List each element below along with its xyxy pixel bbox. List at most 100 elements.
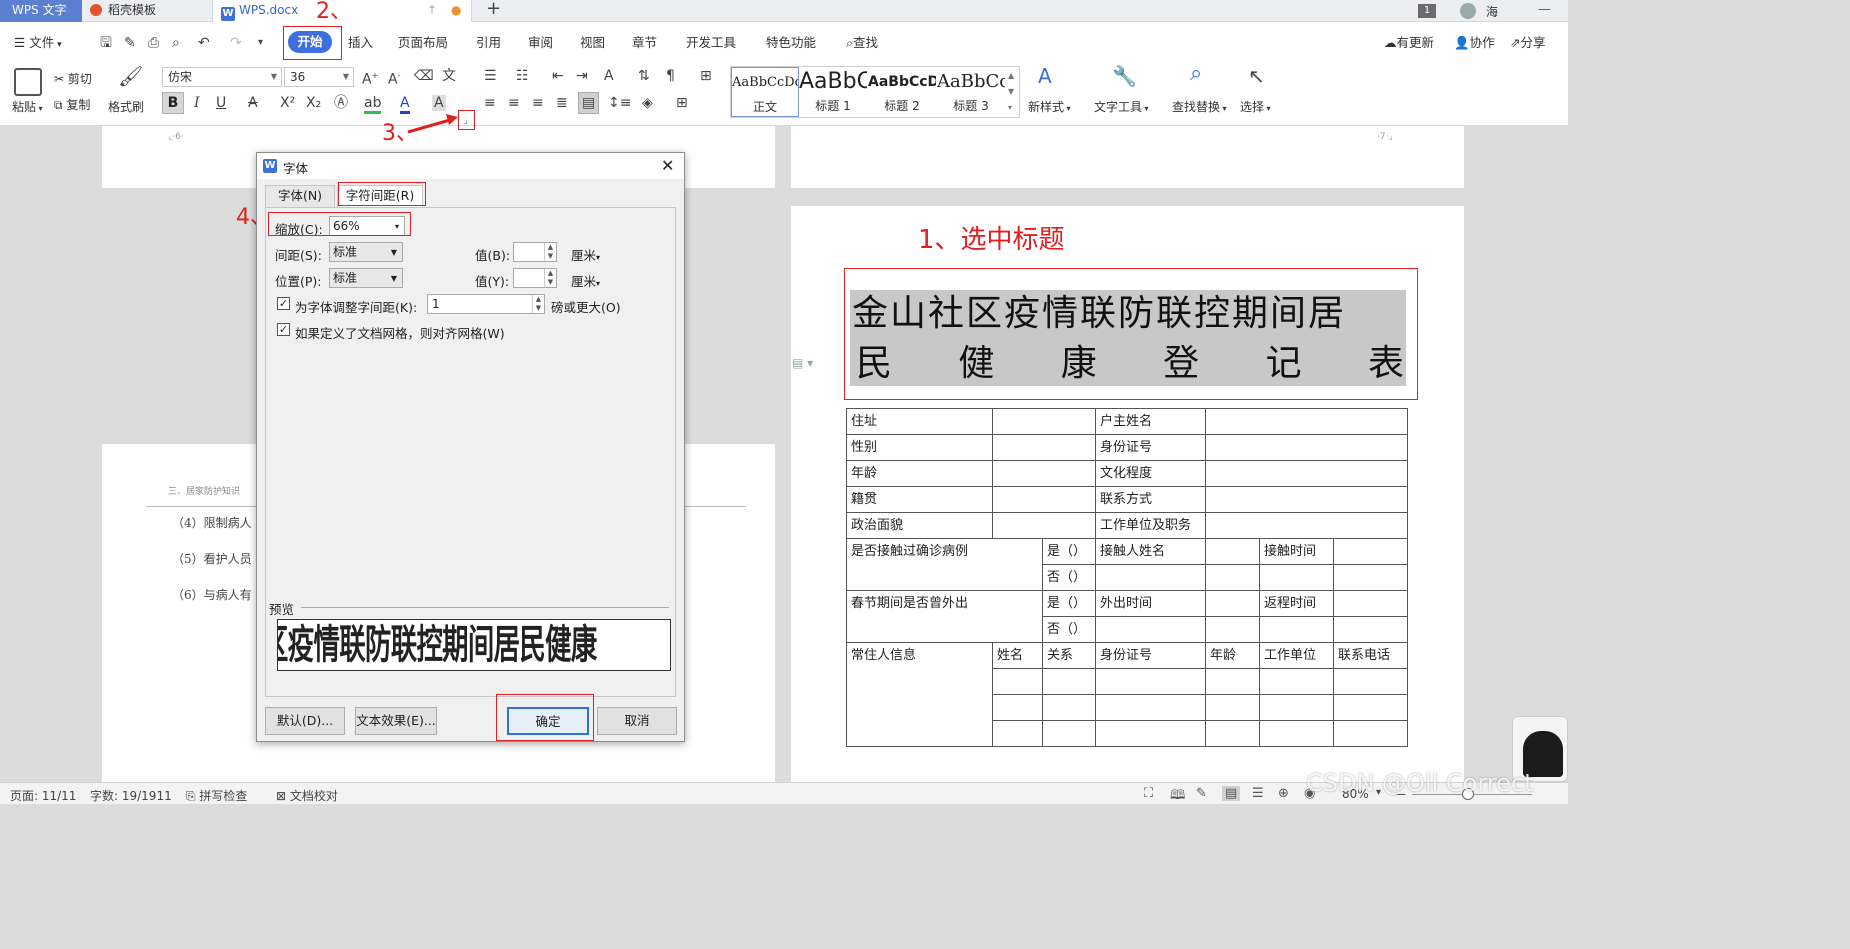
table-cell[interactable]: 是（） <box>1042 590 1096 617</box>
table-cell[interactable]: 否（） <box>1042 564 1096 591</box>
table-cell[interactable] <box>1042 668 1096 695</box>
table-cell[interactable]: 户主姓名 <box>1095 408 1206 435</box>
table-cell[interactable]: 返程时间 <box>1259 590 1334 617</box>
distributed-align-icon[interactable]: ▤ <box>578 92 600 114</box>
table-cell[interactable]: 工作单位及职务 <box>1095 512 1206 539</box>
superscript-button[interactable]: X² <box>280 95 295 111</box>
print-preview-icon[interactable]: ⌕ <box>172 35 180 51</box>
justify-icon[interactable]: ≣ <box>556 95 568 111</box>
new-style-button[interactable]: 新样式 ▾ <box>1028 98 1071 115</box>
borders-icon[interactable]: ⊞ <box>676 95 688 111</box>
table-cell[interactable] <box>1205 694 1260 721</box>
spinner-arrows-icon[interactable]: ▲ ▼ <box>544 269 556 287</box>
strikethrough-button[interactable]: A <box>248 95 258 111</box>
bold-button[interactable]: B <box>162 92 184 114</box>
table-cell[interactable] <box>1205 408 1408 435</box>
table-cell[interactable] <box>1205 564 1260 591</box>
table-cell[interactable] <box>992 720 1043 747</box>
tab-font[interactable]: 字体(N) <box>265 185 335 207</box>
table-cell[interactable] <box>1095 564 1206 591</box>
show-marks-icon[interactable]: ¶ <box>666 68 675 84</box>
table-cell[interactable]: 是否接触过确诊病例 <box>846 538 1043 591</box>
table-cell[interactable]: 接触时间 <box>1259 538 1334 565</box>
read-mode-icon[interactable]: 🕮 <box>1170 786 1185 808</box>
table-cell[interactable] <box>992 668 1043 695</box>
table-cell[interactable] <box>992 486 1096 513</box>
text-tools-button[interactable]: 文字工具 ▾ <box>1094 98 1149 115</box>
style-normal[interactable]: AaBbCcDd 正文 <box>731 67 799 117</box>
tab-wps-writer[interactable]: WPS 文字 <box>0 0 82 22</box>
unit-b-select[interactable]: 厘米▾ <box>571 245 600 264</box>
style-heading-2[interactable]: AaBbCcDd 标题 2 <box>868 67 936 117</box>
fullscreen-icon[interactable]: ⛶ <box>1144 786 1153 801</box>
kerning-checkbox[interactable]: ✓ <box>277 297 290 310</box>
update-button[interactable]: ☁有更新 <box>1384 33 1434 53</box>
table-cell[interactable] <box>1095 694 1206 721</box>
tab-special-features[interactable]: 特色功能 <box>766 33 816 53</box>
table-cell[interactable] <box>1259 564 1334 591</box>
table-cell[interactable] <box>1333 616 1408 643</box>
tab-review[interactable]: 审阅 <box>528 33 553 53</box>
style-heading-1[interactable]: AaBbC 标题 1 <box>799 67 867 117</box>
value-b-input[interactable]: ▲ ▼ <box>513 242 557 262</box>
spinner-arrows-icon[interactable]: ▲ ▼ <box>532 295 544 313</box>
align-center-icon[interactable]: ≡ <box>508 95 520 111</box>
minimize-icon[interactable]: — <box>1538 2 1551 17</box>
close-icon[interactable]: ✕ <box>661 156 674 175</box>
default-button[interactable]: 默认(D)... <box>265 707 345 735</box>
table-cell[interactable]: 籍贯 <box>846 486 993 513</box>
align-right-icon[interactable]: ≡ <box>532 95 544 111</box>
numbered-list-icon[interactable]: ☷ <box>516 68 529 84</box>
paste-icon[interactable] <box>14 68 42 96</box>
table-cell[interactable] <box>1259 668 1334 695</box>
font-name-select[interactable]: 仿宋 ▼ <box>162 67 282 87</box>
table-cell[interactable]: 联系方式 <box>1095 486 1206 513</box>
table-cell[interactable]: 政治面貌 <box>846 512 993 539</box>
copy-button[interactable]: ⧉ 复制 <box>54 96 90 113</box>
text-effects-button[interactable]: 文本效果(E)... <box>355 707 437 735</box>
tab-developer-tools[interactable]: 开发工具 <box>686 33 736 53</box>
table-cell[interactable] <box>992 434 1096 461</box>
text-effect-icon[interactable]: Ⓐ <box>334 95 348 111</box>
table-cell[interactable]: 年龄 <box>1205 642 1260 669</box>
decrease-indent-icon[interactable]: ⇤ <box>552 68 564 84</box>
find-replace-button[interactable]: 查找替换 ▾ <box>1172 98 1227 115</box>
unit-y-select[interactable]: 厘米▾ <box>571 271 600 290</box>
table-cell[interactable] <box>992 408 1096 435</box>
tab-insert[interactable]: 插入 <box>348 33 373 53</box>
table-cell[interactable] <box>1042 720 1096 747</box>
table-cell[interactable] <box>1205 590 1260 617</box>
table-cell[interactable] <box>1095 668 1206 695</box>
web-view-icon[interactable]: ⊕ <box>1278 786 1289 801</box>
table-cell[interactable]: 接触人姓名 <box>1095 538 1206 565</box>
undo-icon[interactable]: ↶ <box>198 35 210 51</box>
table-cell[interactable] <box>1333 694 1408 721</box>
paragraph-handle-icon[interactable]: ▤ ▾ <box>792 356 813 370</box>
table-cell[interactable]: 关系 <box>1042 642 1096 669</box>
quick-access-dropdown-icon[interactable]: ▾ <box>258 35 263 51</box>
table-cell[interactable]: 是（） <box>1042 538 1096 565</box>
window-count-badge[interactable]: 1 <box>1418 4 1436 18</box>
new-tab-button[interactable]: + <box>486 0 501 19</box>
underline-button[interactable]: U <box>216 95 226 111</box>
cancel-button[interactable]: 取消 <box>597 707 677 735</box>
select-button[interactable]: 选择 ▾ <box>1240 98 1271 115</box>
table-cell[interactable] <box>1333 720 1408 747</box>
table-cell[interactable] <box>1333 590 1408 617</box>
table-cell[interactable] <box>1205 538 1260 565</box>
table-cell[interactable]: 工作单位 <box>1259 642 1334 669</box>
kerning-input[interactable]: 1 ▲ ▼ <box>427 294 545 314</box>
style-gallery-scroll[interactable]: ▲ ▼ ▾ <box>1008 68 1014 116</box>
tab-reference[interactable]: 引用 <box>476 33 501 53</box>
cut-button[interactable]: ✂ 剪切 <box>54 70 92 87</box>
shading-icon[interactable]: ◈ <box>642 95 653 111</box>
position-select[interactable]: 标准 ▼ <box>329 268 403 288</box>
value-y-input[interactable]: ▲ ▼ <box>513 268 557 288</box>
page-view-icon[interactable]: ▤ <box>1222 786 1241 801</box>
sync-up-icon[interactable]: ↑ <box>427 0 437 21</box>
collab-button[interactable]: 👤协作 <box>1454 33 1495 53</box>
table-cell[interactable]: 常住人信息 <box>846 642 993 747</box>
chinese-layout-icon[interactable]: A <box>604 68 614 84</box>
table-cell[interactable] <box>1095 616 1206 643</box>
table-cell[interactable] <box>1205 460 1408 487</box>
